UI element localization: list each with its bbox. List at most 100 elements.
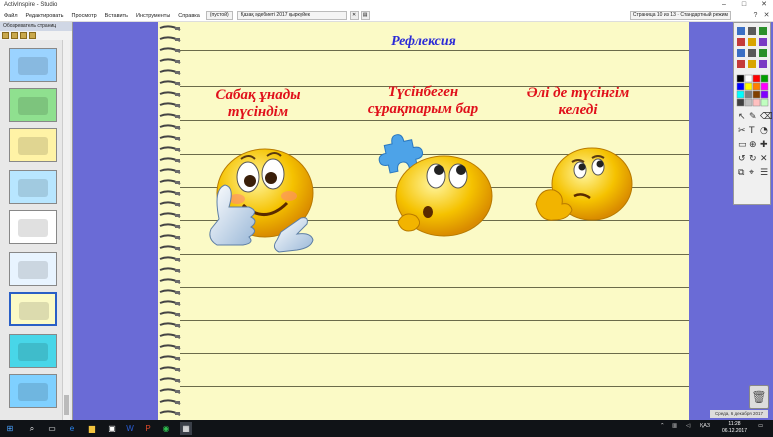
spiral-hole	[175, 291, 180, 294]
page-icon[interactable]	[11, 32, 18, 39]
menu-insert[interactable]: Вставить	[101, 13, 132, 19]
spiral-hole	[175, 214, 180, 217]
spiral-hole	[175, 148, 180, 151]
spiral-hole	[175, 269, 180, 272]
spiral-hole	[175, 137, 180, 140]
ruled-line	[180, 320, 689, 321]
minimize-button[interactable]: –	[715, 0, 733, 10]
tool-icon: ↻	[749, 154, 757, 164]
clock[interactable]: 11:28 06.12.2017	[722, 421, 747, 435]
page-thumbnail[interactable]	[9, 374, 57, 408]
powerpoint-icon[interactable]: P	[142, 422, 154, 435]
spiral-hole	[175, 357, 180, 360]
tool-icon: ✂	[738, 126, 746, 136]
search-icon[interactable]: ⌕	[26, 422, 38, 435]
notes-icon[interactable]	[29, 32, 36, 39]
tool-icon: ◔	[760, 126, 768, 136]
page-thumbnail[interactable]	[9, 210, 57, 244]
spiral-hole	[175, 401, 180, 404]
spiral-hole	[175, 71, 180, 74]
tool-icon: ✚	[760, 140, 768, 150]
menu-file[interactable]: Файл	[0, 13, 22, 19]
page-thumbnail[interactable]	[9, 292, 57, 326]
taskbar: ⊞ ⌕ ▭ e ▆ ▣ W P ◉ ▦ ⌃ ▥ ◁ ҚАЗ 11:28 06.1…	[0, 420, 773, 437]
title-bar: ActivInspire - Studio – □ ✕	[0, 0, 773, 10]
caption-understood: Сабақ ұнады түсіндім	[215, 87, 301, 120]
tool-icon: ✕	[760, 154, 768, 164]
tool-icon: ⌫	[759, 112, 772, 122]
tool-icon	[759, 60, 767, 68]
page-thumbnail[interactable]	[9, 170, 57, 204]
document-tab[interactable]: Қазақ әдебиеті 2017 қыркүйек	[236, 11, 347, 20]
palette-swatch	[736, 90, 745, 99]
menu-tools[interactable]: Инструменты	[132, 13, 174, 19]
profile-combo[interactable]: (пустой)	[205, 11, 233, 20]
menu-edit[interactable]: Редактировать	[22, 13, 68, 19]
tool-icon	[748, 60, 756, 68]
keyboard-lang[interactable]: ҚАЗ	[700, 423, 710, 429]
page-thumbnail[interactable]	[9, 252, 57, 286]
spiral-hole	[175, 379, 180, 382]
page-thumbnail[interactable]	[9, 128, 57, 162]
page-thumbnail[interactable]	[9, 48, 57, 82]
page-icon[interactable]: ▤	[360, 11, 370, 20]
explorer-icon[interactable]: ▆	[86, 422, 98, 435]
menu-view[interactable]: Просмотр	[68, 13, 101, 19]
start-icon[interactable]: ⊞	[4, 422, 16, 435]
page-thumbnail[interactable]	[9, 88, 57, 122]
tool-icon: ⊕	[749, 140, 757, 150]
window-title: ActivInspire - Studio	[4, 2, 58, 8]
spiral-hole	[175, 324, 180, 327]
page-browser-scrollbar[interactable]	[62, 40, 70, 420]
edge-icon[interactable]: e	[66, 422, 78, 435]
flipchart-page[interactable]: Рефлексия Сабақ ұнады түсіндім Түсінбеге…	[158, 22, 689, 420]
palette-swatch	[744, 90, 753, 99]
ruled-line	[180, 50, 689, 51]
maximize-button[interactable]: □	[735, 0, 753, 10]
spiral-hole	[175, 280, 180, 283]
spiral-hole	[175, 203, 180, 206]
thinking-smiley-icon[interactable]	[528, 142, 638, 232]
palette-swatch	[760, 74, 769, 83]
tool-icon	[737, 49, 745, 57]
tray-arrow-icon[interactable]: ⌃	[660, 423, 665, 429]
tool-icon	[759, 49, 767, 57]
spiral-hole	[175, 104, 180, 107]
spiral-hole	[175, 115, 180, 118]
spiral-hole	[175, 225, 180, 228]
notebook-spiral	[159, 25, 181, 416]
tool-icon: T	[748, 126, 755, 136]
tool-icon: ↖	[738, 112, 746, 122]
trash-can-icon[interactable]: 🗑	[749, 385, 769, 409]
network-icon[interactable]: ▥	[672, 423, 677, 429]
activinspire-window-icon[interactable]: ▦	[180, 422, 192, 435]
close-panel-icon[interactable]: ✕	[762, 11, 771, 20]
menu-help[interactable]: Справка	[174, 13, 204, 19]
volume-icon[interactable]: ◁	[686, 423, 690, 429]
spiral-hole	[175, 302, 180, 305]
spiral-hole	[175, 346, 180, 349]
notifications-icon[interactable]: ▭	[758, 423, 763, 429]
activinspire-icon[interactable]: ◉	[160, 422, 172, 435]
word-icon[interactable]: W	[124, 422, 136, 435]
page-indicator[interactable]: Страница 10 из 13 · Стандартный режим	[629, 11, 731, 20]
close-doc-icon[interactable]: ✕	[349, 11, 359, 20]
page-browser-tools	[0, 31, 72, 40]
tool-icon	[748, 27, 756, 35]
tool-icon	[759, 38, 767, 46]
toolbox-icons[interactable]: ↖ ✎ ⌫ ✂ T ◔ ▭ ⊕ ✚ ↺ ↻ ✕ ⧉ ⌖ ☰	[734, 23, 773, 206]
palette-swatch	[752, 82, 761, 91]
spiral-hole	[175, 181, 180, 184]
help-icon[interactable]: ?	[751, 11, 760, 20]
folder-icon[interactable]	[2, 32, 9, 39]
store-icon[interactable]: ▣	[106, 422, 118, 435]
tool-icon: ▭	[738, 140, 747, 150]
page-thumbnail[interactable]	[9, 334, 57, 368]
puzzled-smiley-icon[interactable]	[378, 130, 493, 240]
close-button[interactable]: ✕	[755, 0, 773, 10]
resource-icon[interactable]	[20, 32, 27, 39]
thumbs-up-smiley-icon[interactable]	[193, 147, 328, 262]
task-view-icon[interactable]: ▭	[46, 422, 58, 435]
tool-icon: ☰	[760, 168, 768, 178]
main-toolbox: ↖ ✎ ⌫ ✂ T ◔ ▭ ⊕ ✚ ↺ ↻ ✕ ⧉ ⌖ ☰	[733, 22, 773, 206]
